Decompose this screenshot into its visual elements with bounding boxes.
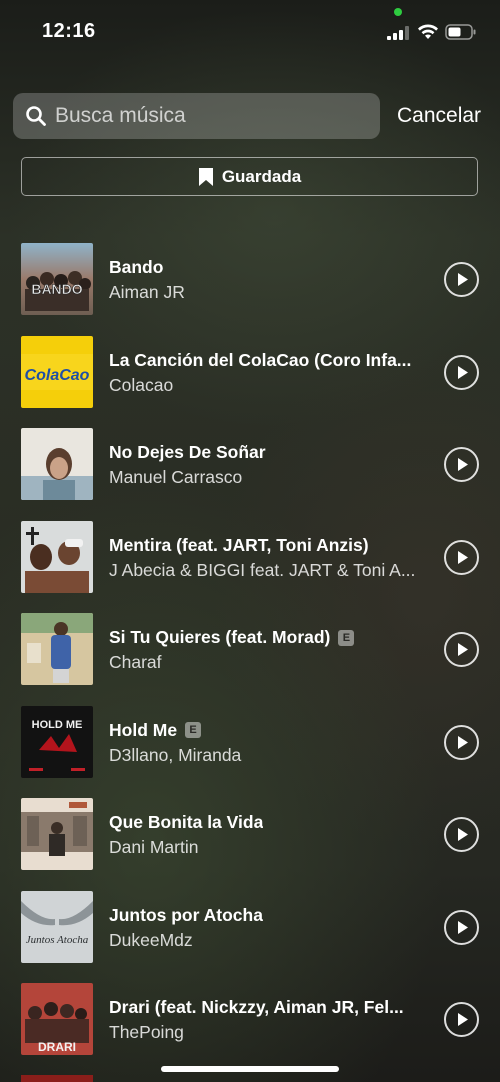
- song-artist: Charaf: [109, 652, 162, 672]
- song-title: No Dejes De Soñar: [109, 442, 266, 462]
- album-cover: [21, 428, 93, 500]
- song-row[interactable]: No Dejes De Soñar Manuel Carrasco: [0, 415, 500, 508]
- cellular-signal-icon: [387, 26, 409, 40]
- home-indicator[interactable]: [161, 1066, 339, 1072]
- bookmark-icon: [198, 167, 213, 186]
- song-title: Mentira (feat. JART, Toni Anzis): [109, 534, 369, 555]
- song-title: Si Tu Quieres (feat. Morad) E: [109, 627, 429, 648]
- status-time: 12:16: [42, 20, 96, 42]
- play-icon: [458, 458, 468, 471]
- album-cover: ColaCao: [21, 335, 93, 408]
- saved-button[interactable]: Guardada: [21, 157, 478, 196]
- search-input[interactable]: [55, 104, 380, 128]
- album-cover-text: ColaCao: [25, 367, 90, 384]
- album-cover-text: Juntos Atocha: [26, 934, 89, 946]
- play-button[interactable]: [443, 539, 480, 576]
- cancel-button[interactable]: Cancelar: [397, 104, 481, 128]
- album-cover-text: BANDO: [31, 281, 82, 297]
- play-icon: [458, 1013, 468, 1026]
- wifi-icon: [418, 24, 438, 39]
- play-icon: [458, 365, 468, 379]
- song-row[interactable]: ColaCao La Canción del ColaCao (Coro Inf…: [0, 323, 500, 416]
- play-button[interactable]: [443, 909, 480, 946]
- song-artist: DukeeMdz: [109, 929, 193, 950]
- play-button[interactable]: [443, 724, 480, 761]
- play-button[interactable]: [443, 631, 480, 668]
- album-cover: [21, 613, 93, 685]
- album-cover: BANDO: [21, 243, 93, 315]
- privacy-indicator-dot: [394, 8, 402, 16]
- song-artist: Aiman JR: [109, 282, 185, 302]
- explicit-badge: E: [185, 722, 202, 738]
- song-row[interactable]: HOLD ME Hold Me E D3llano, Miranda: [0, 693, 500, 786]
- search-field[interactable]: [13, 93, 380, 139]
- song-title: Drari (feat. Nickzzy, Aiman JR, Fel...: [109, 997, 404, 1017]
- song-artist: Manuel Carrasco: [109, 467, 243, 487]
- song-title: Bando: [109, 257, 164, 277]
- play-icon: [458, 920, 468, 934]
- album-cover: HOLD ME: [21, 705, 93, 778]
- explicit-badge: E: [338, 629, 355, 646]
- song-row[interactable]: Juntos Atocha Juntos por Atocha DukeeMdz: [0, 878, 500, 971]
- album-cover: [21, 520, 93, 593]
- saved-button-label: Guardada: [221, 166, 302, 186]
- song-title: Juntos por Atocha: [109, 904, 263, 925]
- album-cover: Juntos Atocha: [21, 890, 93, 963]
- album-cover-partial: [21, 1075, 93, 1082]
- play-button[interactable]: [443, 261, 480, 298]
- album-cover: DRARI: [21, 983, 93, 1055]
- search-icon: [25, 105, 47, 127]
- song-row[interactable]: DRARI Drari (feat. Nickzzy, Aiman JR, Fe…: [0, 970, 500, 1063]
- song-row[interactable]: Si Tu Quieres (feat. Morad) E Charaf: [0, 600, 500, 693]
- song-row[interactable]: Que Bonita la Vida Dani Martin: [0, 785, 500, 878]
- album-cover-text: HOLD ME: [32, 719, 83, 731]
- play-button[interactable]: [443, 354, 480, 391]
- song-artist: D3llano, Miranda: [109, 744, 242, 765]
- song-row[interactable]: Mentira (feat. JART, Toni Anzis) J Abeci…: [0, 508, 500, 601]
- album-cover-text: DRARI: [38, 1040, 76, 1054]
- play-button[interactable]: [443, 446, 480, 483]
- song-artist: Colacao: [109, 374, 174, 395]
- play-icon: [458, 550, 468, 564]
- play-icon: [458, 735, 468, 749]
- song-artist: J Abecia & BIGGI feat. JART & Toni A...: [109, 559, 416, 580]
- song-artist: ThePoing: [109, 1022, 184, 1042]
- status-bar: 12:16: [0, 0, 500, 60]
- play-button[interactable]: [443, 1001, 480, 1038]
- play-icon: [458, 643, 468, 656]
- song-list: BANDO Bando Aiman JR ColaCao La Canción …: [0, 230, 500, 1063]
- song-title: Hold Me E: [109, 720, 429, 741]
- song-title: Que Bonita la Vida: [109, 812, 264, 832]
- album-cover: [21, 798, 93, 870]
- song-artist: Dani Martin: [109, 837, 199, 857]
- play-icon: [458, 273, 468, 286]
- play-icon: [458, 828, 468, 841]
- battery-icon: [445, 24, 476, 40]
- song-row[interactable]: BANDO Bando Aiman JR: [0, 230, 500, 323]
- song-title: La Canción del ColaCao (Coro Infa...: [109, 349, 412, 370]
- play-button[interactable]: [443, 816, 480, 853]
